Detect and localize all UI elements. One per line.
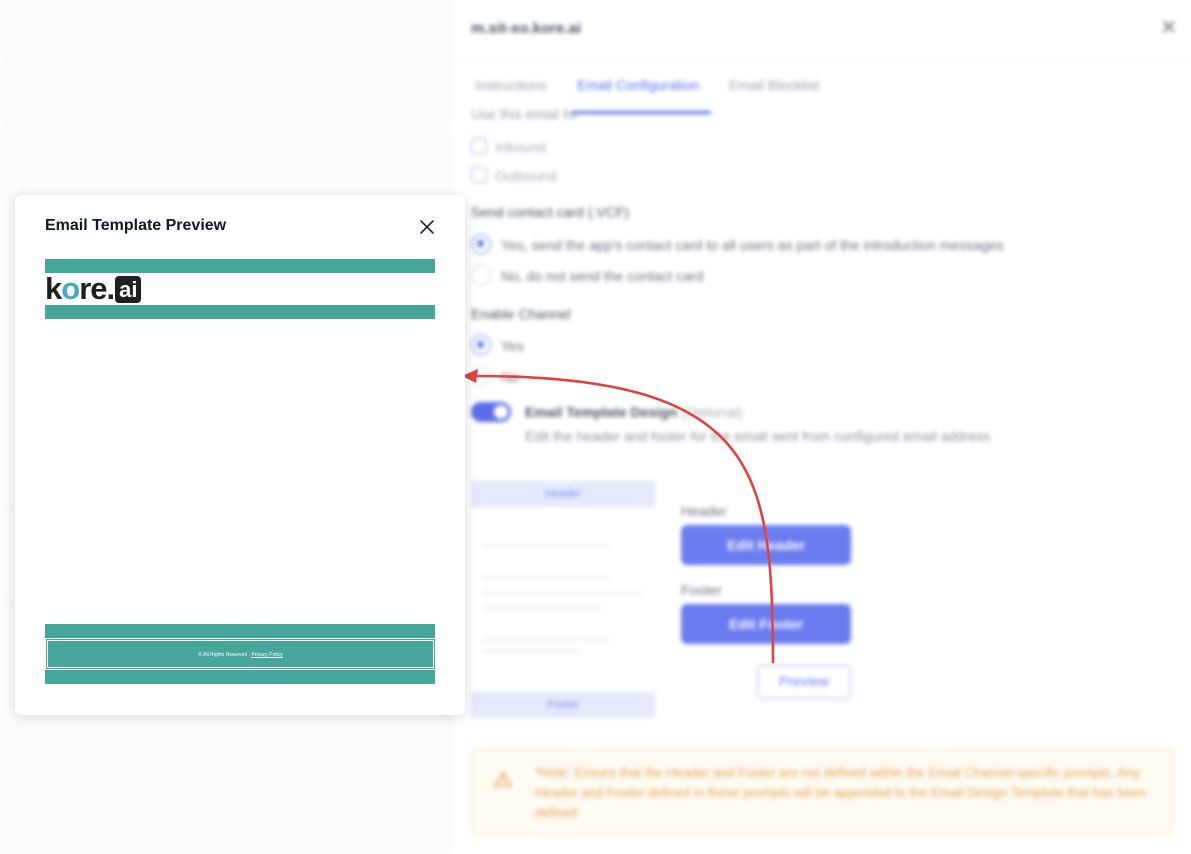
mock-line [481,650,581,652]
contact-card-no-label: No, do not send the contact card [501,268,704,284]
contact-card-yes-radio[interactable] [471,234,491,254]
template-design-title: Email Template Design (Optional) [525,404,743,420]
template-design-title-text: Email Template Design [525,404,678,420]
outbound-label: Outbound [495,168,557,184]
email-config-panel: m.sit-xo.kore.ai ✕ Instructions Email Co… [450,0,1191,854]
mock-line [481,639,611,641]
template-footer-bottom-bar [45,670,435,684]
mock-line [481,592,641,594]
optional-tag: (Optional) [681,404,743,420]
note-banner: *Note: Ensure that the Header and Footer… [471,748,1174,834]
template-mockup: Header Footer [471,480,655,718]
active-tab-indicator [571,111,711,114]
mock-line [481,607,601,609]
edit-footer-button[interactable]: Edit Footer [681,604,851,644]
mock-line [481,545,611,547]
logo-ai-badge: ai [115,276,142,303]
tab-email-configuration[interactable]: Email Configuration [577,77,699,93]
enable-channel-title: Enable Channel [471,306,571,322]
contact-card-no-radio[interactable] [471,265,491,285]
warning-icon [494,771,512,787]
logo-wordmark: kore [45,271,108,306]
divider [0,60,450,61]
template-design-description: Edit the header and footer for the email… [525,428,991,444]
privacy-policy-link[interactable]: Privacy Policy [252,652,283,658]
template-design-toggle[interactable] [471,402,511,422]
enable-channel-yes-label: Yes [501,338,524,354]
inbound-checkbox[interactable] [471,138,487,154]
tab-email-blocklist[interactable]: Email Blocklist [729,77,819,93]
footer-label: Footer [681,582,722,598]
mock-footer-bar: Footer [471,692,655,718]
template-footer-top-bar [45,624,435,638]
contact-card-title: Send contact card (.VCF) [471,204,629,220]
edit-header-button[interactable]: Edit Header [681,525,851,565]
preview-button[interactable]: Preview [757,665,851,699]
kore-ai-logo: kore. ai [45,271,142,306]
outbound-checkbox[interactable] [471,167,487,183]
mock-header-bar: Header [471,481,655,507]
template-header-bottom-bar [45,305,435,319]
note-text: *Note: Ensure that the Header and Footer… [535,765,1147,820]
enable-channel-no-radio[interactable] [471,366,491,386]
template-footer: © All Rights Reserved · Privacy Policy [46,639,435,669]
footer-text: © All Rights Reserved · Privacy Policy [198,652,283,658]
divider [0,126,450,127]
tab-instructions[interactable]: Instructions [475,77,547,93]
mock-line [481,577,611,579]
panel-title: m.sit-xo.kore.ai [471,20,582,37]
contact-card-yes-label: Yes, send the app's contact card to all … [501,237,1004,253]
enable-channel-yes-radio[interactable] [471,335,491,355]
close-icon[interactable] [417,217,437,237]
header-label: Header [681,503,727,519]
email-template-preview-modal: Email Template Preview kore. ai © All Rig… [15,195,465,715]
modal-title: Email Template Preview [45,217,227,234]
enable-channel-no-label: No [501,369,519,385]
panel-close-icon[interactable]: ✕ [1160,18,1177,38]
use-email-for-label: Use this email for [471,106,580,122]
inbound-label: Inbound [495,139,546,155]
